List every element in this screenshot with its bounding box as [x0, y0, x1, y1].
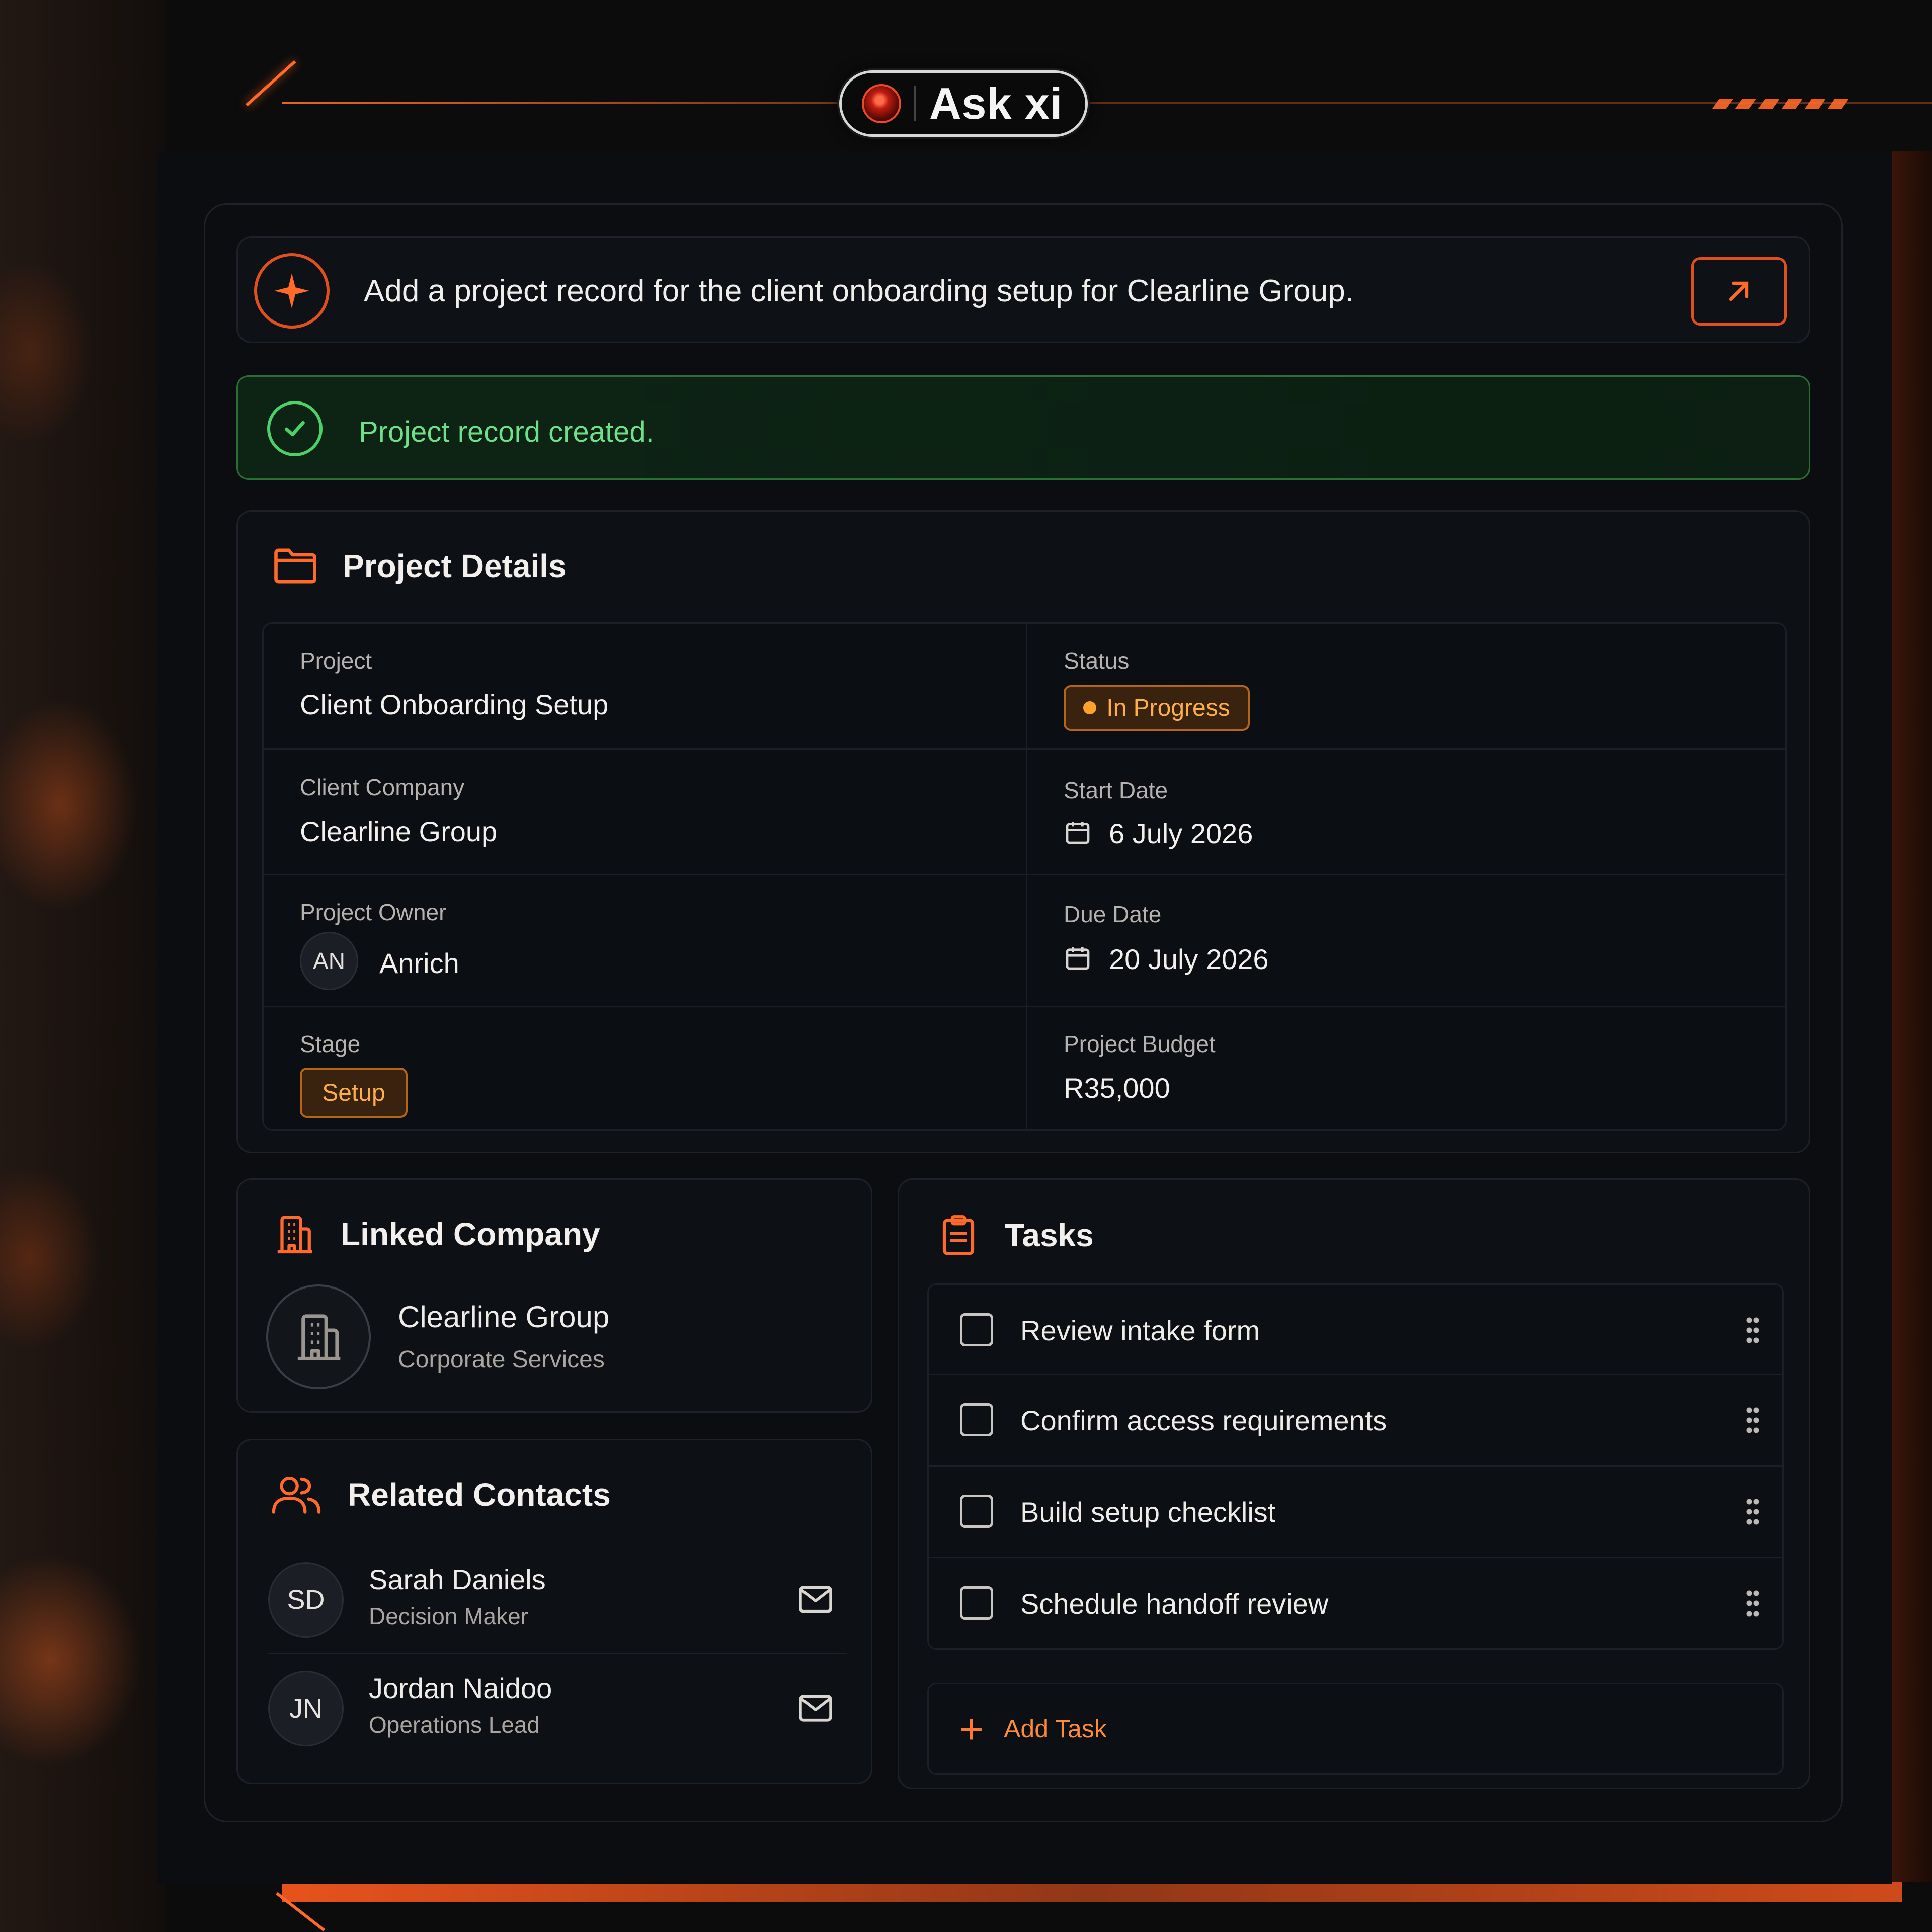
building-icon — [297, 1314, 341, 1360]
background-rock — [0, 0, 166, 1932]
field-project: Project Client Onboarding Setup — [264, 624, 1027, 750]
company-name[interactable]: Clearline Group — [398, 1300, 609, 1334]
check-circle-icon — [267, 401, 323, 456]
calendar-icon — [1066, 947, 1090, 970]
prompt-text: Add a project record for the client onbo… — [364, 274, 1354, 308]
calendar-icon — [1066, 822, 1090, 844]
section-header: Related Contacts — [270, 1474, 611, 1516]
status-dot-icon — [1083, 701, 1097, 714]
section-header: Tasks — [937, 1213, 1094, 1257]
field-label: Status — [1064, 648, 1130, 674]
section-header: Project Details — [273, 547, 567, 585]
task-row[interactable]: Build setup checklist — [927, 1467, 1784, 1558]
contact-role: Operations Lead — [369, 1712, 540, 1738]
plus-icon: + — [959, 1705, 984, 1752]
field-project-owner: Project Owner AN Anrich — [264, 875, 1027, 1007]
section-title: Project Details — [343, 548, 567, 584]
divider — [914, 86, 916, 121]
field-label: Project — [300, 648, 372, 674]
field-label: Start Date — [1064, 777, 1168, 803]
task-checkbox[interactable] — [960, 1586, 993, 1620]
task-label: Schedule handoff review — [1020, 1588, 1329, 1620]
folder-icon — [274, 548, 316, 584]
add-task-button[interactable]: + Add Task — [927, 1683, 1784, 1775]
company-industry: Corporate Services — [398, 1346, 605, 1373]
section-title: Linked Company — [341, 1216, 600, 1252]
stage-badge: Setup — [300, 1068, 408, 1118]
drag-handle-icon[interactable] — [1746, 1405, 1760, 1435]
mail-icon[interactable] — [796, 1580, 835, 1619]
project-details-card: Project Details Project Client Onboardin… — [236, 510, 1810, 1153]
arrow-up-right-icon — [1729, 281, 1749, 301]
field-value: 6 July 2026 — [1109, 818, 1253, 849]
task-row[interactable]: Review intake form — [927, 1283, 1784, 1375]
task-checkbox[interactable] — [960, 1403, 993, 1436]
task-checkbox[interactable] — [960, 1495, 993, 1528]
field-due-date: Due Date 20 July 2026 — [1027, 875, 1787, 1007]
field-client-company: Client Company Clearline Group — [264, 750, 1027, 875]
frame-ticks — [1712, 99, 1850, 109]
status-badge: In Progress — [1064, 685, 1250, 731]
field-value: Client Onboarding Setup — [300, 689, 609, 720]
open-external-button[interactable] — [1691, 257, 1787, 326]
field-label: Client Company — [300, 774, 465, 800]
field-label: Project Owner — [300, 899, 447, 925]
section-title: Tasks — [1005, 1217, 1094, 1253]
users-icon — [272, 1476, 321, 1514]
contact-role: Decision Maker — [369, 1603, 528, 1629]
ask-xi-badge[interactable]: Ask xi — [839, 70, 1088, 137]
background-edge — [1892, 151, 1932, 1882]
task-row[interactable]: Confirm access requirements — [927, 1375, 1784, 1467]
ask-xi-logo-icon — [862, 84, 901, 123]
task-label: Build setup checklist — [1020, 1496, 1276, 1528]
field-label: Due Date — [1064, 901, 1162, 927]
frame-bottom — [282, 1882, 1902, 1902]
drag-handle-icon[interactable] — [1746, 1497, 1760, 1527]
avatar: SD — [268, 1562, 344, 1638]
mail-icon[interactable] — [796, 1689, 835, 1727]
task-checkbox[interactable] — [960, 1313, 993, 1346]
avatar: JN — [268, 1671, 344, 1746]
contact-name: Sarah Daniels — [369, 1564, 546, 1595]
field-status: Status In Progress — [1027, 624, 1787, 750]
task-label: Review intake form — [1020, 1315, 1260, 1346]
field-label: Project Budget — [1064, 1031, 1216, 1057]
field-label: Stage — [300, 1031, 361, 1057]
contact-item[interactable]: SD Sarah Daniels Decision Maker — [268, 1547, 847, 1654]
drag-handle-icon[interactable] — [1746, 1315, 1760, 1345]
field-project-budget: Project Budget R35,000 — [1027, 1007, 1787, 1131]
task-label: Confirm access requirements — [1020, 1405, 1387, 1436]
frame-accent — [245, 60, 296, 107]
field-stage: Stage Setup — [264, 1007, 1027, 1131]
contact-item[interactable]: JN Jordan Naidoo Operations Lead — [268, 1656, 847, 1761]
avatar: AN — [300, 932, 358, 990]
tasks-card: Tasks Review intake form Confirm access … — [898, 1178, 1810, 1789]
ask-xi-title: Ask xi — [929, 78, 1063, 128]
contact-name: Jordan Naidoo — [369, 1672, 552, 1704]
success-message: Project record created. — [359, 416, 654, 448]
section-title: Related Contacts — [348, 1477, 611, 1513]
field-value: R35,000 — [1064, 1072, 1170, 1104]
building-icon — [277, 1216, 312, 1254]
frame-line — [282, 102, 1932, 104]
field-value: Anrich — [379, 947, 459, 979]
add-task-label: Add Task — [1004, 1715, 1107, 1743]
section-header: Linked Company — [273, 1213, 600, 1255]
company-avatar — [266, 1284, 371, 1389]
related-contacts-card: Related Contacts SD Sarah Daniels Decisi… — [236, 1439, 872, 1784]
field-value: 20 July 2026 — [1109, 943, 1269, 975]
status-text: In Progress — [1106, 694, 1230, 721]
success-banner: Project record created. — [236, 375, 1810, 480]
prompt-bar: Add a project record for the client onbo… — [236, 236, 1810, 343]
field-start-date: Start Date 6 July 2026 — [1027, 750, 1787, 875]
clipboard-icon — [942, 1215, 975, 1255]
linked-company-card: Linked Company Clearline Group Corporate… — [236, 1178, 872, 1413]
sparkle-icon — [254, 253, 330, 329]
drag-handle-icon[interactable] — [1746, 1588, 1760, 1619]
details-grid: Project Client Onboarding Setup Status I… — [262, 622, 1787, 1131]
field-value: Clearline Group — [300, 816, 498, 847]
task-row[interactable]: Schedule handoff review — [927, 1558, 1784, 1650]
